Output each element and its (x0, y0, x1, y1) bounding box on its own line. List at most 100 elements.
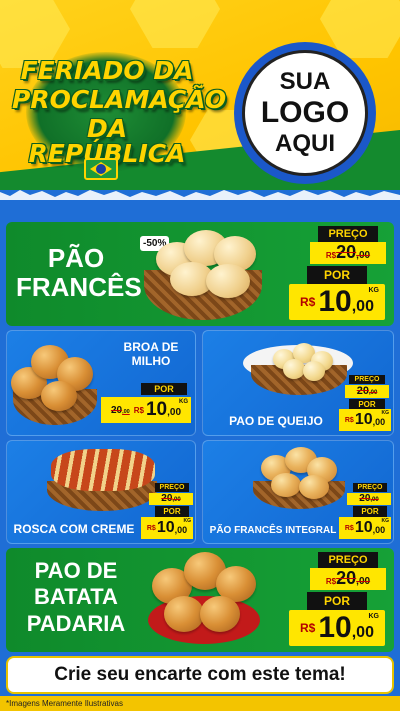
old-price: R$20,00 (310, 568, 386, 590)
current-price: R$ 10,00 KG (339, 517, 391, 539)
price-value: 10 (354, 411, 373, 428)
cta-banner[interactable]: Crie seu encarte com este tema! (6, 656, 394, 694)
price-label: PREÇO (349, 375, 385, 384)
unit-label: KG (368, 613, 380, 620)
old-price-cents: ,00 (172, 497, 181, 503)
old-price-value: 20 (110, 404, 123, 416)
footer-disclaimer: *Imagens Meramente Ilustrativas (0, 696, 400, 711)
price-value: 10 (318, 611, 352, 644)
product-card-pao-de-batata: PAO DE BATATA PADARIA PREÇO R$20,00 POR … (6, 548, 394, 652)
holiday-title: FERIADO DA PROCLAMAÇÃO DA REPÚBLICA (12, 56, 227, 166)
currency: R$ (133, 405, 144, 415)
old-price-cents: ,00 (368, 390, 378, 396)
price-cents: ,00 (372, 417, 386, 427)
old-price-value: 20 (336, 568, 357, 588)
product-card-pao-frances-integral: PREÇO 20,00 POR R$ 10,00 KG PÃO FRANCÊS I… (202, 440, 394, 544)
price-cents: ,00 (351, 624, 374, 641)
product-name-line: BROA DE (123, 340, 179, 354)
price-value: 10 (145, 399, 168, 420)
product-name-line: FRANCÊS (16, 272, 142, 303)
currency: R$ (300, 621, 316, 635)
por-label: POR (307, 592, 367, 610)
bread-image (200, 596, 240, 632)
title-line: PROCLAMAÇÃO (12, 85, 227, 114)
old-price: 20,00 (345, 385, 389, 398)
por-label: POR (141, 383, 187, 395)
hexagon-decoration (130, 0, 220, 48)
old-price-value: 20 (359, 493, 371, 504)
old-price: 20,00 (347, 493, 391, 505)
product-name: PÃO FRANCÊS INTEGRAL (209, 525, 337, 536)
price-box: PREÇO R$20,00 POR R$ 10,00 KG (288, 226, 386, 320)
product-name-line: PADARIA (26, 610, 126, 636)
currency: R$ (300, 295, 316, 309)
por-label: POR (353, 506, 387, 517)
logo-text: AQUI (275, 130, 335, 157)
brazil-flag-icon (84, 158, 118, 180)
old-price: 20,00 (111, 405, 130, 416)
rosca-image (51, 449, 155, 491)
bread-image (303, 361, 325, 381)
old-price-cents: ,00 (370, 497, 379, 503)
currency: R$ (325, 251, 337, 260)
product-card-pao-de-queijo: PREÇO 20,00 POR R$ 10,00 KG PAO DE QUEIJO (202, 330, 394, 436)
bread-image (164, 596, 204, 632)
current-price: R$ 10,00 KG (339, 409, 391, 431)
old-price-cents: ,00 (356, 576, 371, 587)
old-price-cents: ,00 (122, 408, 130, 415)
currency: R$ (325, 577, 337, 586)
price-cents: ,00 (167, 407, 182, 418)
product-card-broa-de-milho: BROA DE MILHO POR 20,00 R$ 10,00 KG (6, 330, 196, 436)
currency: R$ (344, 524, 354, 532)
price-value: 10 (354, 519, 373, 536)
product-card-rosca-com-creme: PREÇO 20,00 POR R$ 10,00 KG ROSCA COM CRE… (6, 440, 196, 544)
product-name: ROSCA COM CREME (13, 522, 135, 536)
unit-label: KG (368, 287, 380, 294)
product-name: PÃO FRANCÊS (16, 243, 142, 302)
price-label: PREÇO (353, 483, 387, 492)
unit-label: KG (183, 518, 192, 524)
price-value: 10 (318, 285, 352, 318)
currency: R$ (146, 524, 156, 532)
product-card-pao-frances: PÃO FRANCÊS -50% PREÇO R$20,00 POR R$ 10,… (6, 222, 394, 326)
old-price: 20,00 (149, 493, 193, 505)
price-cents: ,00 (372, 525, 386, 535)
logo-text: LOGO (260, 96, 350, 129)
bread-image (271, 473, 301, 497)
logo-text: SUA (279, 68, 331, 95)
unit-label: KG (381, 410, 390, 416)
product-name: BROA DE MILHO (109, 340, 193, 369)
price-value: 10 (156, 519, 175, 536)
current-price: R$ 10,00 KG (289, 284, 385, 320)
price-cents: ,00 (174, 525, 188, 535)
current-price: 20,00 R$ 10,00 KG (101, 397, 191, 423)
old-price-value: 20 (356, 385, 369, 397)
product-name: PAO DE QUEIJO (229, 414, 323, 428)
logo-placeholder: SUA LOGO AQUI (234, 42, 376, 184)
title-line: FERIADO DA (20, 56, 194, 85)
header-banner: FERIADO DA PROCLAMAÇÃO DA REPÚBLICA SUA … (0, 0, 400, 210)
unit-label: KG (179, 399, 188, 405)
price-label: PREÇO (318, 226, 378, 242)
torn-paper-edge (0, 190, 400, 200)
current-price: R$ 10,00 KG (289, 610, 385, 646)
currency: R$ (344, 416, 354, 424)
price-label: PREÇO (155, 483, 189, 492)
bread-image (299, 475, 329, 499)
bread-image (206, 264, 250, 298)
price-label: PREÇO (318, 552, 378, 568)
price-box: PREÇO R$20,00 POR R$ 10,00 KG (288, 552, 386, 646)
bread-image (283, 359, 305, 379)
logo-circle: SUA LOGO AQUI (242, 50, 368, 176)
old-price-value: 20 (336, 242, 357, 262)
unit-label: KG (381, 518, 390, 524)
product-name-line: BATATA (34, 584, 118, 610)
bread-image (41, 381, 77, 411)
old-price: R$20,00 (310, 242, 386, 264)
por-label: POR (155, 506, 189, 517)
current-price: R$ 10,00 KG (141, 517, 193, 539)
old-price-cents: ,00 (356, 250, 371, 261)
product-name-line: PAO DE (34, 558, 118, 583)
product-name-line: PÃO (47, 243, 105, 273)
product-name-line: MILHO (131, 353, 171, 368)
